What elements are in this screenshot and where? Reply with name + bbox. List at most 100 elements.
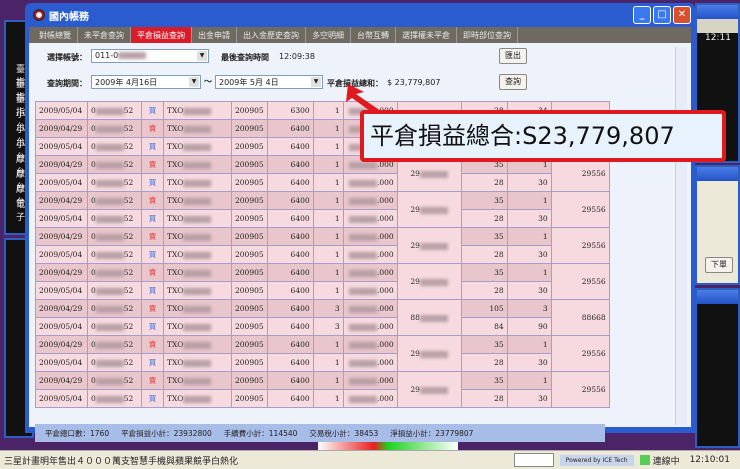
redacted (183, 251, 212, 259)
product-cell: TXO (163, 335, 232, 354)
tab-4[interactable]: 出入金歷史查詢 (237, 27, 306, 43)
table-row[interactable]: 2009/05/04052買TXO 20090564001 .000 2830 (35, 389, 610, 408)
side-cell: 賣 (141, 299, 164, 318)
qty-cell: 1 (312, 263, 344, 282)
date-from-picker[interactable]: 2009年 4月16日 ▼ (91, 75, 201, 89)
tab-6[interactable]: 台幣互轉 (351, 27, 396, 43)
date-cell: 2009/04/29 (35, 119, 88, 138)
close-button[interactable]: ✕ (673, 6, 691, 24)
news-ticker[interactable]: 三星計畫明年售出４０００萬支智慧手機與蘋果競爭白熱化 (0, 454, 514, 467)
fee-cell: 28 (460, 281, 508, 300)
product-cell: TXO (163, 371, 232, 390)
redacted (183, 323, 212, 331)
export-button[interactable]: 匯出 (499, 48, 527, 64)
account-cell: 0 52 (87, 209, 142, 228)
account-suffix: 52 (123, 286, 134, 295)
redacted (183, 125, 212, 133)
redacted (348, 233, 377, 241)
net-cell: 29556 (550, 371, 610, 408)
maximize-button[interactable]: □ (653, 6, 671, 24)
table-row[interactable]: 2009/04/29052賣TXO20090564001.00029351295… (35, 371, 610, 408)
redacted (95, 395, 124, 403)
fee-cell: 84 (460, 317, 508, 336)
pnl-cell: 29 (396, 191, 462, 228)
side-cell: 買 (141, 101, 164, 120)
strike-cell: 6400 (266, 371, 314, 390)
strike-cell: 6400 (266, 227, 314, 246)
product: TXO (167, 340, 184, 349)
price-cell: .000 (342, 173, 398, 192)
tax-cell: 30 (506, 173, 552, 192)
strike-cell: 6400 (266, 191, 314, 210)
contract-cell: 200905 (231, 281, 268, 300)
redacted (419, 170, 448, 178)
table-row[interactable]: 2009/05/04 0 52 買 TXO 200905 6400 3 .000 84 90 (35, 317, 610, 336)
tax-cell: 30 (506, 281, 552, 300)
table-row[interactable]: 2009/04/29052賣TXO20090564001.00029351295… (35, 227, 610, 264)
price-cell: .000 (342, 353, 398, 372)
net-cell: 29556 (550, 227, 610, 264)
table-row[interactable]: 2009/05/04052買TXO 20090564001 .000 2830 (35, 281, 610, 300)
price-decimal: .000 (376, 394, 394, 403)
tab-7[interactable]: 選擇權未平倉 (396, 27, 457, 43)
table-row[interactable]: 2009/04/29052賣TXO20090564001.00029351295… (35, 335, 610, 372)
price-cell: .000 (342, 263, 398, 282)
fee-cell: 35 (460, 371, 508, 390)
price-cell: .000 (342, 191, 398, 210)
product: TXO (167, 322, 184, 331)
table-row[interactable]: 2009/05/04052買TXO 20090564001 .000 2830 (35, 245, 610, 264)
tab-3[interactable]: 出金申請 (192, 27, 237, 43)
account-cell: 0 52 (87, 137, 142, 156)
table-row[interactable]: 2009/05/04052買TXO 20090564001 .000 2830 (35, 353, 610, 372)
table-row[interactable]: 2009/05/04052買TXO 20090564001 .000 2830 (35, 209, 610, 228)
strike-cell: 6400 (266, 281, 314, 300)
order-button[interactable]: 下單 (705, 257, 733, 273)
tab-1[interactable]: 未平倉查詢 (78, 27, 131, 43)
tab-8[interactable]: 即時部位查詢 (457, 27, 518, 43)
account-suffix: 52 (123, 340, 134, 349)
status-bar: 三星計畫明年售出４０００萬支智慧手機與蘋果競爭白熱化 Powered by IC… (0, 450, 740, 469)
title-bar[interactable]: 國內帳務 _ □ ✕ (29, 3, 691, 27)
product: TXO (167, 178, 184, 187)
tab-2[interactable]: 平倉損益查詢 (131, 27, 192, 43)
account-select[interactable]: 011-0 ▼ (91, 49, 209, 63)
fee-cell: 35 (460, 227, 508, 246)
table-row[interactable]: 2009/04/29052賣TXO20090564001.00029351295… (35, 191, 610, 228)
product: TXO (167, 268, 184, 277)
status-input[interactable] (513, 453, 554, 467)
fee-cell: 35 (460, 263, 508, 282)
pnl-subtotal: 平倉損益小計：23932800 (121, 428, 212, 438)
contract-cell: 200905 (231, 371, 268, 390)
net-cell: 88668 (550, 299, 610, 336)
table-row[interactable]: 2009/04/29 0 52 賣 TXO 200905 6400 3.000 88 105 3 88… (35, 299, 610, 336)
redacted (95, 233, 124, 241)
tax-cell: 1 (506, 263, 552, 282)
strike-cell: 6400 (266, 299, 314, 318)
product: TXO (167, 160, 184, 169)
contract-cell: 200905 (231, 137, 268, 156)
date-cell: 2009/05/04 (35, 173, 88, 192)
minimize-button[interactable]: _ (633, 6, 651, 24)
tab-0[interactable]: 對帳總覽 (33, 27, 78, 43)
table-row[interactable]: 2009/04/29052賣TXO20090564001.00029351295… (35, 263, 610, 300)
date-to-picker[interactable]: 2009年 5月 4日 ▼ (215, 75, 323, 89)
redacted (419, 386, 448, 394)
table-row[interactable]: 2009/05/04052買TXO 20090564001 .000 2830 (35, 173, 610, 192)
account-cell: 0 52 (87, 389, 142, 408)
query-button[interactable]: 查詢 (499, 74, 527, 90)
connection-icon (639, 455, 650, 465)
vertical-scrollbar[interactable] (675, 47, 687, 425)
redacted (348, 323, 377, 331)
tab-5[interactable]: 多空明細 (306, 27, 351, 43)
price-decimal: .000 (376, 214, 394, 223)
redacted (183, 179, 212, 187)
contract-cell: 200905 (231, 353, 268, 372)
redacted (95, 323, 124, 331)
product: TXO (167, 358, 184, 367)
qty-cell: 1 (312, 245, 344, 264)
product-cell: TXO (163, 389, 232, 408)
qty-cell: 1 (312, 389, 344, 408)
account-suffix: 52 (123, 232, 134, 241)
price-decimal: .000 (376, 178, 394, 187)
qty-cell: 1 (312, 191, 344, 210)
